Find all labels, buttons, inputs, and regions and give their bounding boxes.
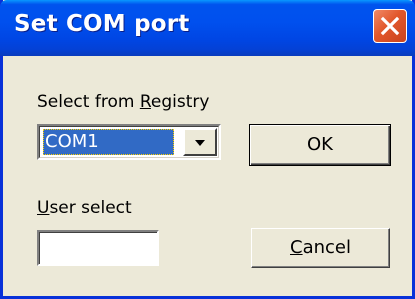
cancel-button[interactable]: Cancel [251, 228, 390, 268]
dialog-title: Set COM port [14, 11, 190, 37]
close-icon [380, 16, 400, 36]
close-button[interactable] [373, 9, 407, 43]
title-bar[interactable]: Set COM port [0, 0, 415, 56]
registry-label-prefix: Select from [37, 92, 140, 112]
dropdown-button[interactable] [183, 128, 217, 156]
registry-selected-value[interactable]: COM1 [43, 129, 174, 155]
registry-combo-frame: COM1 [39, 126, 219, 158]
user-select-input-value [39, 232, 157, 264]
user-select-label: User select [37, 198, 132, 218]
user-select-input[interactable] [37, 230, 159, 266]
registry-label-mnemonic: R [139, 92, 151, 112]
set-com-port-dialog: Set COM port Select from Registry COM1 O… [0, 0, 415, 299]
chevron-down-icon [195, 140, 205, 146]
cancel-label-mnemonic: C [290, 237, 303, 258]
registry-com-select[interactable]: COM1 [37, 124, 221, 160]
cancel-label-suffix: ancel [302, 237, 351, 258]
registry-label-suffix: egistry [150, 92, 210, 112]
user-select-label-mnemonic: U [37, 198, 50, 218]
registry-label: Select from Registry [37, 92, 209, 112]
ok-button[interactable]: OK [249, 124, 391, 166]
user-select-label-suffix: ser select [49, 198, 132, 218]
